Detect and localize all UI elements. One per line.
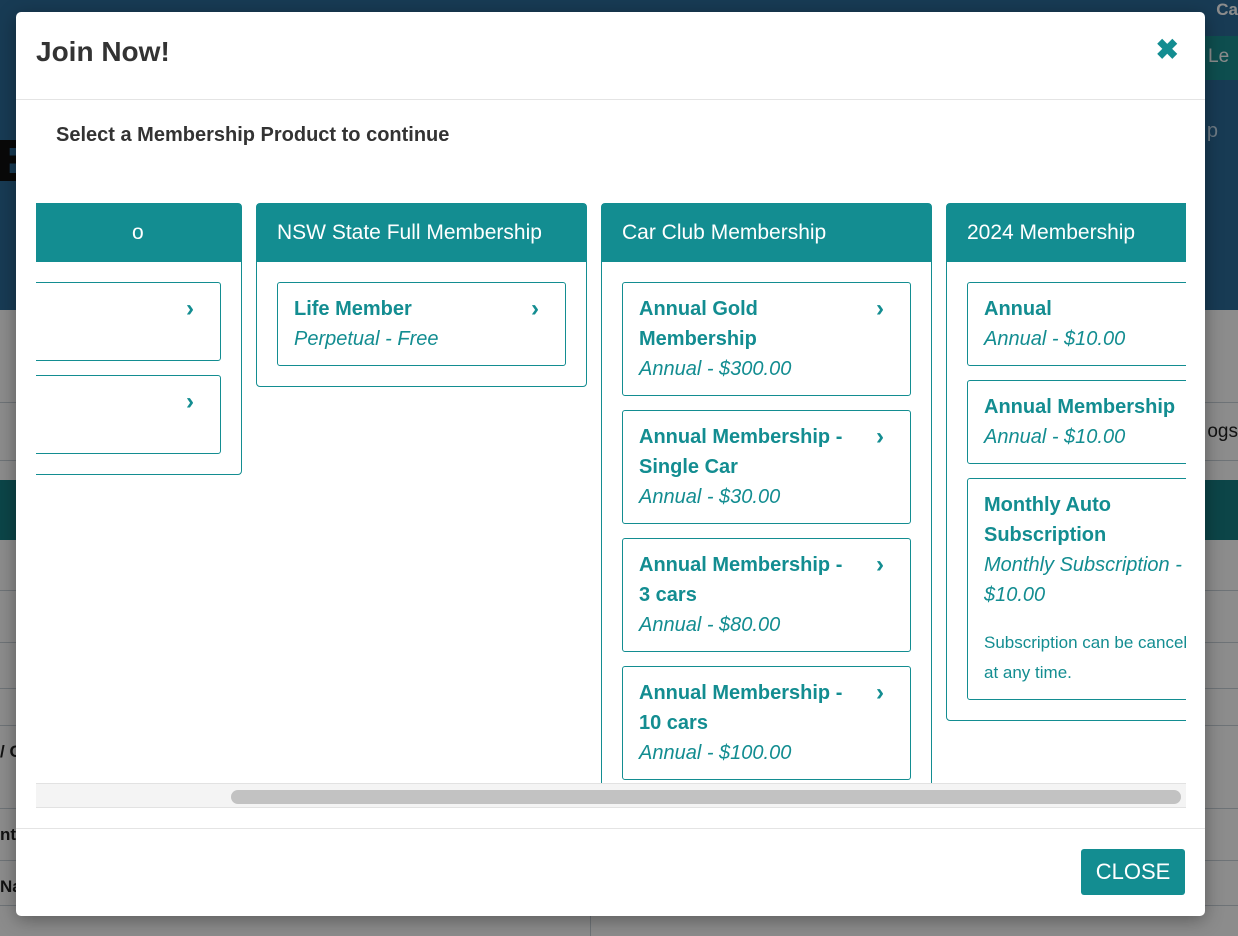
product-card[interactable]: Monthly Auto Subscription Monthly Subscr… (967, 478, 1186, 700)
product-card[interactable]: Annual Membership - Single Car Annual - … (622, 410, 911, 524)
membership-group-title-text: o (132, 221, 144, 244)
product-card[interactable]: Annual Membership - 10 cars Annual - $10… (622, 666, 911, 780)
modal-subtitle: Select a Membership Product to continue (56, 124, 450, 146)
membership-group: Car Club Membership Annual Gold Membersh… (601, 203, 932, 801)
membership-group-title: Car Club Membership (602, 204, 931, 262)
membership-group: o › › (36, 203, 242, 475)
chevron-right-icon: › (876, 295, 884, 322)
chevron-right-icon: › (876, 423, 884, 450)
membership-columns-scroll-area[interactable]: o › › NSW State Full Membership Life Mem… (36, 172, 1186, 808)
product-name: Annual Membership - 10 cars (639, 682, 843, 734)
product-price: Annual - $10.00 (984, 426, 1126, 448)
product-card[interactable]: › (36, 375, 221, 454)
product-note: Subscription can be cancelled at any tim… (984, 633, 1186, 682)
membership-columns: o › › NSW State Full Membership Life Mem… (36, 203, 1186, 801)
membership-group-products: Annual Gold Membership Annual - $300.00 … (602, 262, 931, 800)
product-name: Annual Gold Membership (639, 298, 758, 350)
close-icon[interactable]: ✖ (1156, 36, 1179, 64)
modal-footer: CLOSE (16, 828, 1205, 916)
chevron-right-icon: › (531, 295, 539, 322)
product-card[interactable]: Life Member Perpetual - Free › (277, 282, 566, 366)
product-card[interactable]: › (36, 282, 221, 361)
membership-group-products: Life Member Perpetual - Free › (257, 262, 586, 386)
membership-group-products: › › (36, 262, 241, 474)
product-card[interactable]: Annual Annual - $10.00 › (967, 282, 1186, 366)
membership-group-title: 2024 Membership (947, 204, 1186, 262)
product-price: Monthly Subscription - $10.00 (984, 554, 1182, 606)
product-card[interactable]: Annual Membership - 3 cars Annual - $80.… (622, 538, 911, 652)
membership-group-products: Annual Annual - $10.00 › Annual Membersh… (947, 262, 1186, 720)
membership-group: NSW State Full Membership Life Member Pe… (256, 203, 587, 387)
membership-group-title: NSW State Full Membership (257, 204, 586, 262)
chevron-right-icon: › (876, 551, 884, 578)
modal-header: Join Now! ✖ (16, 12, 1205, 100)
product-name: Annual (984, 298, 1052, 320)
membership-group: 2024 Membership Annual Annual - $10.00 ›… (946, 203, 1186, 721)
horizontal-scrollbar[interactable] (36, 783, 1186, 808)
chevron-right-icon: › (186, 388, 194, 415)
modal-title: Join Now! (36, 36, 170, 67)
product-name: Life Member (294, 298, 412, 320)
join-now-modal: Join Now! ✖ Select a Membership Product … (16, 12, 1205, 916)
close-button[interactable]: CLOSE (1081, 849, 1185, 895)
product-price: Annual - $30.00 (639, 486, 781, 508)
scrollbar-thumb[interactable] (231, 790, 1181, 804)
product-price: Annual - $10.00 (984, 328, 1126, 350)
product-price: Perpetual - Free (294, 328, 439, 350)
product-card[interactable]: Annual Membership Annual - $10.00 › (967, 380, 1186, 464)
product-price: Annual - $80.00 (639, 614, 781, 636)
product-card[interactable]: Annual Gold Membership Annual - $300.00 … (622, 282, 911, 396)
membership-group-title: o (36, 204, 241, 262)
product-name: Monthly Auto Subscription (984, 494, 1112, 546)
product-name: Annual Membership (984, 396, 1176, 418)
product-name: Annual Membership - 3 cars (639, 554, 843, 606)
product-name: Annual Membership - Single Car (639, 426, 843, 478)
product-price: Annual - $300.00 (639, 358, 792, 380)
product-price: Annual - $100.00 (639, 742, 792, 764)
chevron-right-icon: › (876, 679, 884, 706)
chevron-right-icon: › (186, 295, 194, 322)
